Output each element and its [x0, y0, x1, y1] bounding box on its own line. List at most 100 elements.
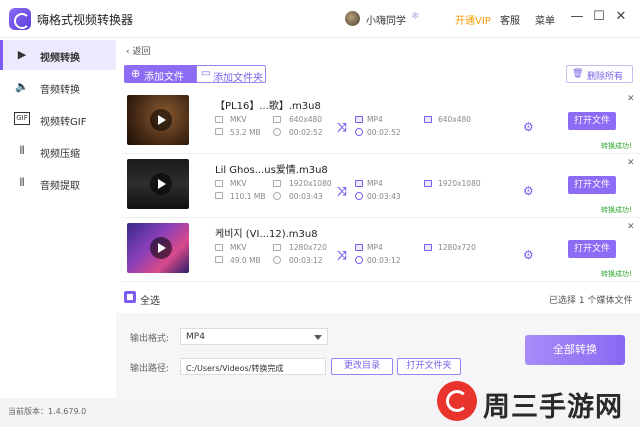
resolution-icon [273, 244, 281, 251]
app-logo-icon [9, 8, 31, 30]
video-thumbnail[interactable] [127, 223, 189, 273]
maximize-button[interactable]: ☐ [591, 9, 607, 24]
speaker-icon: 🔈 [15, 80, 29, 93]
output-duration: 00:03:43 [367, 192, 401, 201]
folder-icon: ▭ [201, 68, 211, 79]
input-format: MKV [230, 115, 247, 124]
input-format: MKV [230, 179, 247, 188]
file-size: 49.0 MB [230, 256, 261, 265]
input-resolution: 1280x720 [289, 243, 327, 252]
settings-gear-icon[interactable]: ⚙ [523, 248, 534, 262]
output-resolution: 640x480 [438, 115, 472, 124]
format-icon [355, 180, 363, 187]
output-path-label: 输出路径: [130, 364, 170, 374]
app-title: 嗨格式视频转换器 [37, 13, 134, 27]
service-button[interactable]: 客服 [500, 12, 520, 27]
file-name: Lil Ghos...us爱情.m3u8 [215, 165, 328, 176]
conversion-success-label: 转换成功! [601, 206, 632, 214]
username[interactable]: 小嗨同学 [366, 12, 406, 27]
output-resolution: 1920x1080 [438, 179, 481, 188]
delete-all-button[interactable]: 🗑 删除所有 [566, 65, 633, 83]
video-convert-icon: ▶ [17, 48, 27, 61]
open-file-button[interactable]: 打开文件 [568, 112, 616, 130]
file-row: 케비지 (VI...12).m3u8 MKV 1280x720 49.0 MB … [122, 218, 640, 282]
select-all-checkbox[interactable] [124, 291, 136, 303]
gif-icon: GIF [14, 112, 30, 125]
input-resolution: 640x480 [289, 115, 323, 124]
output-path-field[interactable]: C:/Users/Videos/转换完成 [180, 358, 326, 375]
sidebar-item-label: 视频转换 [40, 53, 80, 64]
remove-file-icon[interactable]: ✕ [627, 158, 635, 168]
close-window-button[interactable]: ✕ [613, 9, 629, 24]
shuffle-icon: ⤨ [337, 248, 347, 262]
file-size: 110.1 MB [230, 192, 266, 201]
play-icon[interactable] [150, 237, 172, 259]
clock-icon [273, 256, 281, 264]
sidebar-item-label: 音频转换 [40, 85, 80, 96]
menu-button[interactable]: 菜单 [535, 12, 555, 27]
clock-icon [355, 128, 363, 136]
chevron-down-icon [314, 335, 322, 340]
resolution-icon [273, 180, 281, 187]
select-all-label[interactable]: 全选 [140, 292, 160, 307]
input-resolution: 1920x1080 [289, 179, 332, 188]
resolution-icon [273, 116, 281, 123]
shuffle-icon: ⤨ [337, 184, 347, 198]
add-file-label: 添加文件 [144, 72, 184, 83]
open-folder-button[interactable]: 打开文件夹 [397, 358, 461, 375]
delete-all-label: 删除所有 [587, 72, 624, 82]
output-format: MP4 [367, 243, 383, 252]
format-icon [215, 244, 223, 251]
resolution-icon [424, 180, 432, 187]
output-resolution: 1280x720 [438, 243, 476, 252]
folder-icon [215, 128, 223, 135]
clock-icon [273, 128, 281, 136]
title-bar: 嗨格式视频转换器 小嗨同学 ❄ 开通VIP 客服 菜单 — ☐ ✕ [0, 0, 640, 38]
waveform-icon: ⦀ [19, 176, 25, 189]
play-icon[interactable] [150, 173, 172, 195]
input-format: MKV [230, 243, 247, 252]
output-format-select[interactable]: MP4 [180, 328, 328, 345]
video-thumbnail[interactable] [127, 159, 189, 209]
output-duration: 00:02:52 [367, 128, 401, 137]
open-file-button[interactable]: 打开文件 [568, 240, 616, 258]
input-duration: 00:03:12 [289, 256, 323, 265]
trash-icon: 🗑 [572, 69, 584, 79]
settings-gear-icon[interactable]: ⚙ [523, 184, 534, 198]
vip-button[interactable]: 开通VIP [455, 12, 491, 27]
file-size: 53.2 MB [230, 128, 261, 137]
back-link[interactable]: ‹ 返回 [126, 44, 150, 57]
resolution-icon [424, 116, 432, 123]
sidebar-item-video-compress[interactable]: ⫴ 视频压缩 [0, 136, 116, 166]
main-panel: ‹ 返回 ⊕ 添加文件 ▭ 添加文件夹 🗑 删除所有 【PL16】...歌】.m… [116, 38, 640, 398]
sidebar-item-audio-convert[interactable]: 🔈 音频转换 [0, 72, 116, 102]
settings-gear-icon[interactable]: ⚙ [523, 120, 534, 134]
sidebar-item-video-to-gif[interactable]: GIF 视频转GIF [0, 104, 116, 134]
change-directory-button[interactable]: 更改目录 [331, 358, 393, 375]
watermark-logo-icon [437, 381, 477, 421]
sidebar-item-audio-extract[interactable]: ⦀ 音频提取 [0, 168, 116, 198]
play-icon[interactable] [150, 109, 172, 131]
convert-all-button[interactable]: 全部转换 [525, 335, 625, 365]
compress-icon: ⫴ [19, 144, 25, 157]
add-folder-label: 添加文件夹 [213, 73, 263, 84]
avatar[interactable] [345, 11, 360, 26]
minimize-button[interactable]: — [569, 9, 585, 24]
folder-icon [215, 192, 223, 199]
output-format: MP4 [367, 179, 383, 188]
remove-file-icon[interactable]: ✕ [627, 222, 635, 232]
conversion-success-label: 转换成功! [601, 270, 632, 278]
video-thumbnail[interactable] [127, 95, 189, 145]
file-name: 【PL16】...歌】.m3u8 [215, 101, 321, 112]
input-duration: 00:03:43 [289, 192, 323, 201]
input-duration: 00:02:52 [289, 128, 323, 137]
output-format-value: MP4 [186, 332, 205, 342]
format-icon [215, 180, 223, 187]
sidebar-item-video-convert[interactable]: ▶ 视频转换 [0, 40, 116, 70]
sidebar-item-label: 音频提取 [40, 181, 80, 192]
clock-icon [355, 256, 363, 264]
open-file-button[interactable]: 打开文件 [568, 176, 616, 194]
output-duration: 00:03:12 [367, 256, 401, 265]
remove-file-icon[interactable]: ✕ [627, 94, 635, 104]
add-folder-button[interactable]: ▭ 添加文件夹 [196, 65, 266, 84]
